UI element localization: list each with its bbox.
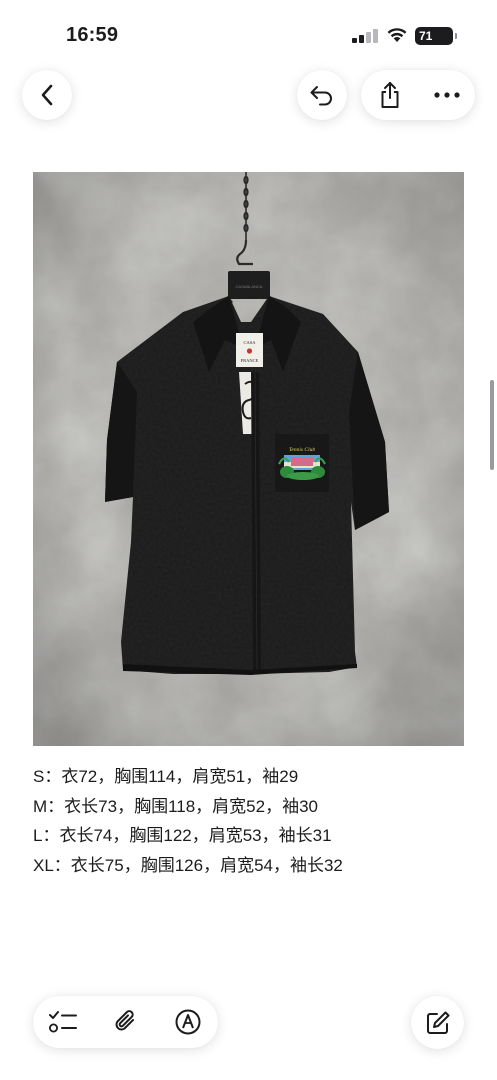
- shirt-photo[interactable]: CASABLANCA CASA FRANCE Tennis Club: [33, 172, 464, 746]
- checklist-button[interactable]: [33, 996, 93, 1048]
- compose-button[interactable]: [411, 996, 464, 1049]
- ellipsis-icon: [433, 92, 460, 98]
- status-bar: 16:59 71: [0, 0, 497, 60]
- photo-illustration: CASABLANCA CASA FRANCE Tennis Club: [33, 172, 464, 746]
- share-icon: [381, 82, 398, 108]
- paperclip-icon: [115, 1010, 134, 1031]
- checklist-icon: [49, 1011, 77, 1033]
- size-line-l: L：衣长74，胸围122，肩宽53，袖长31: [33, 826, 332, 845]
- scroll-indicator[interactable]: [490, 380, 494, 470]
- wifi-icon: [387, 28, 407, 42]
- chevron-left-icon: [41, 84, 53, 106]
- svg-text:Tennis Club: Tennis Club: [289, 447, 315, 453]
- size-line-m: M：衣长73，胸围118，肩宽52，袖30: [33, 796, 318, 816]
- size-line-xl: XL：衣长75，胸围126，肩宽54，袖长32: [33, 855, 343, 875]
- svg-text:FRANCE: FRANCE: [241, 358, 259, 363]
- cellular-signal-icon: [352, 29, 378, 43]
- undo-icon: [310, 86, 332, 106]
- size-chart-text[interactable]: S：衣72，胸围114，肩宽51，袖29 M：衣长73，胸围118，肩宽52，袖…: [33, 762, 343, 880]
- status-time: 16:59: [66, 24, 119, 46]
- more-button[interactable]: [418, 70, 475, 120]
- markup-button[interactable]: [158, 996, 218, 1048]
- share-more-group: [361, 70, 475, 120]
- attachment-button[interactable]: [96, 996, 156, 1048]
- svg-text:CASA: CASA: [243, 340, 256, 345]
- battery-tip: [455, 33, 457, 39]
- share-button[interactable]: [361, 70, 418, 120]
- compose-icon: [426, 1011, 449, 1034]
- undo-button[interactable]: [297, 70, 347, 120]
- pen-circle-icon: [175, 1009, 201, 1035]
- battery-icon: 71: [415, 27, 453, 45]
- back-button[interactable]: [22, 70, 72, 120]
- bottom-toolbar: [33, 996, 218, 1048]
- hanger-tag-text: CASABLANCA: [236, 284, 263, 289]
- size-line-s: S：衣72，胸围114，肩宽51，袖29: [33, 767, 299, 786]
